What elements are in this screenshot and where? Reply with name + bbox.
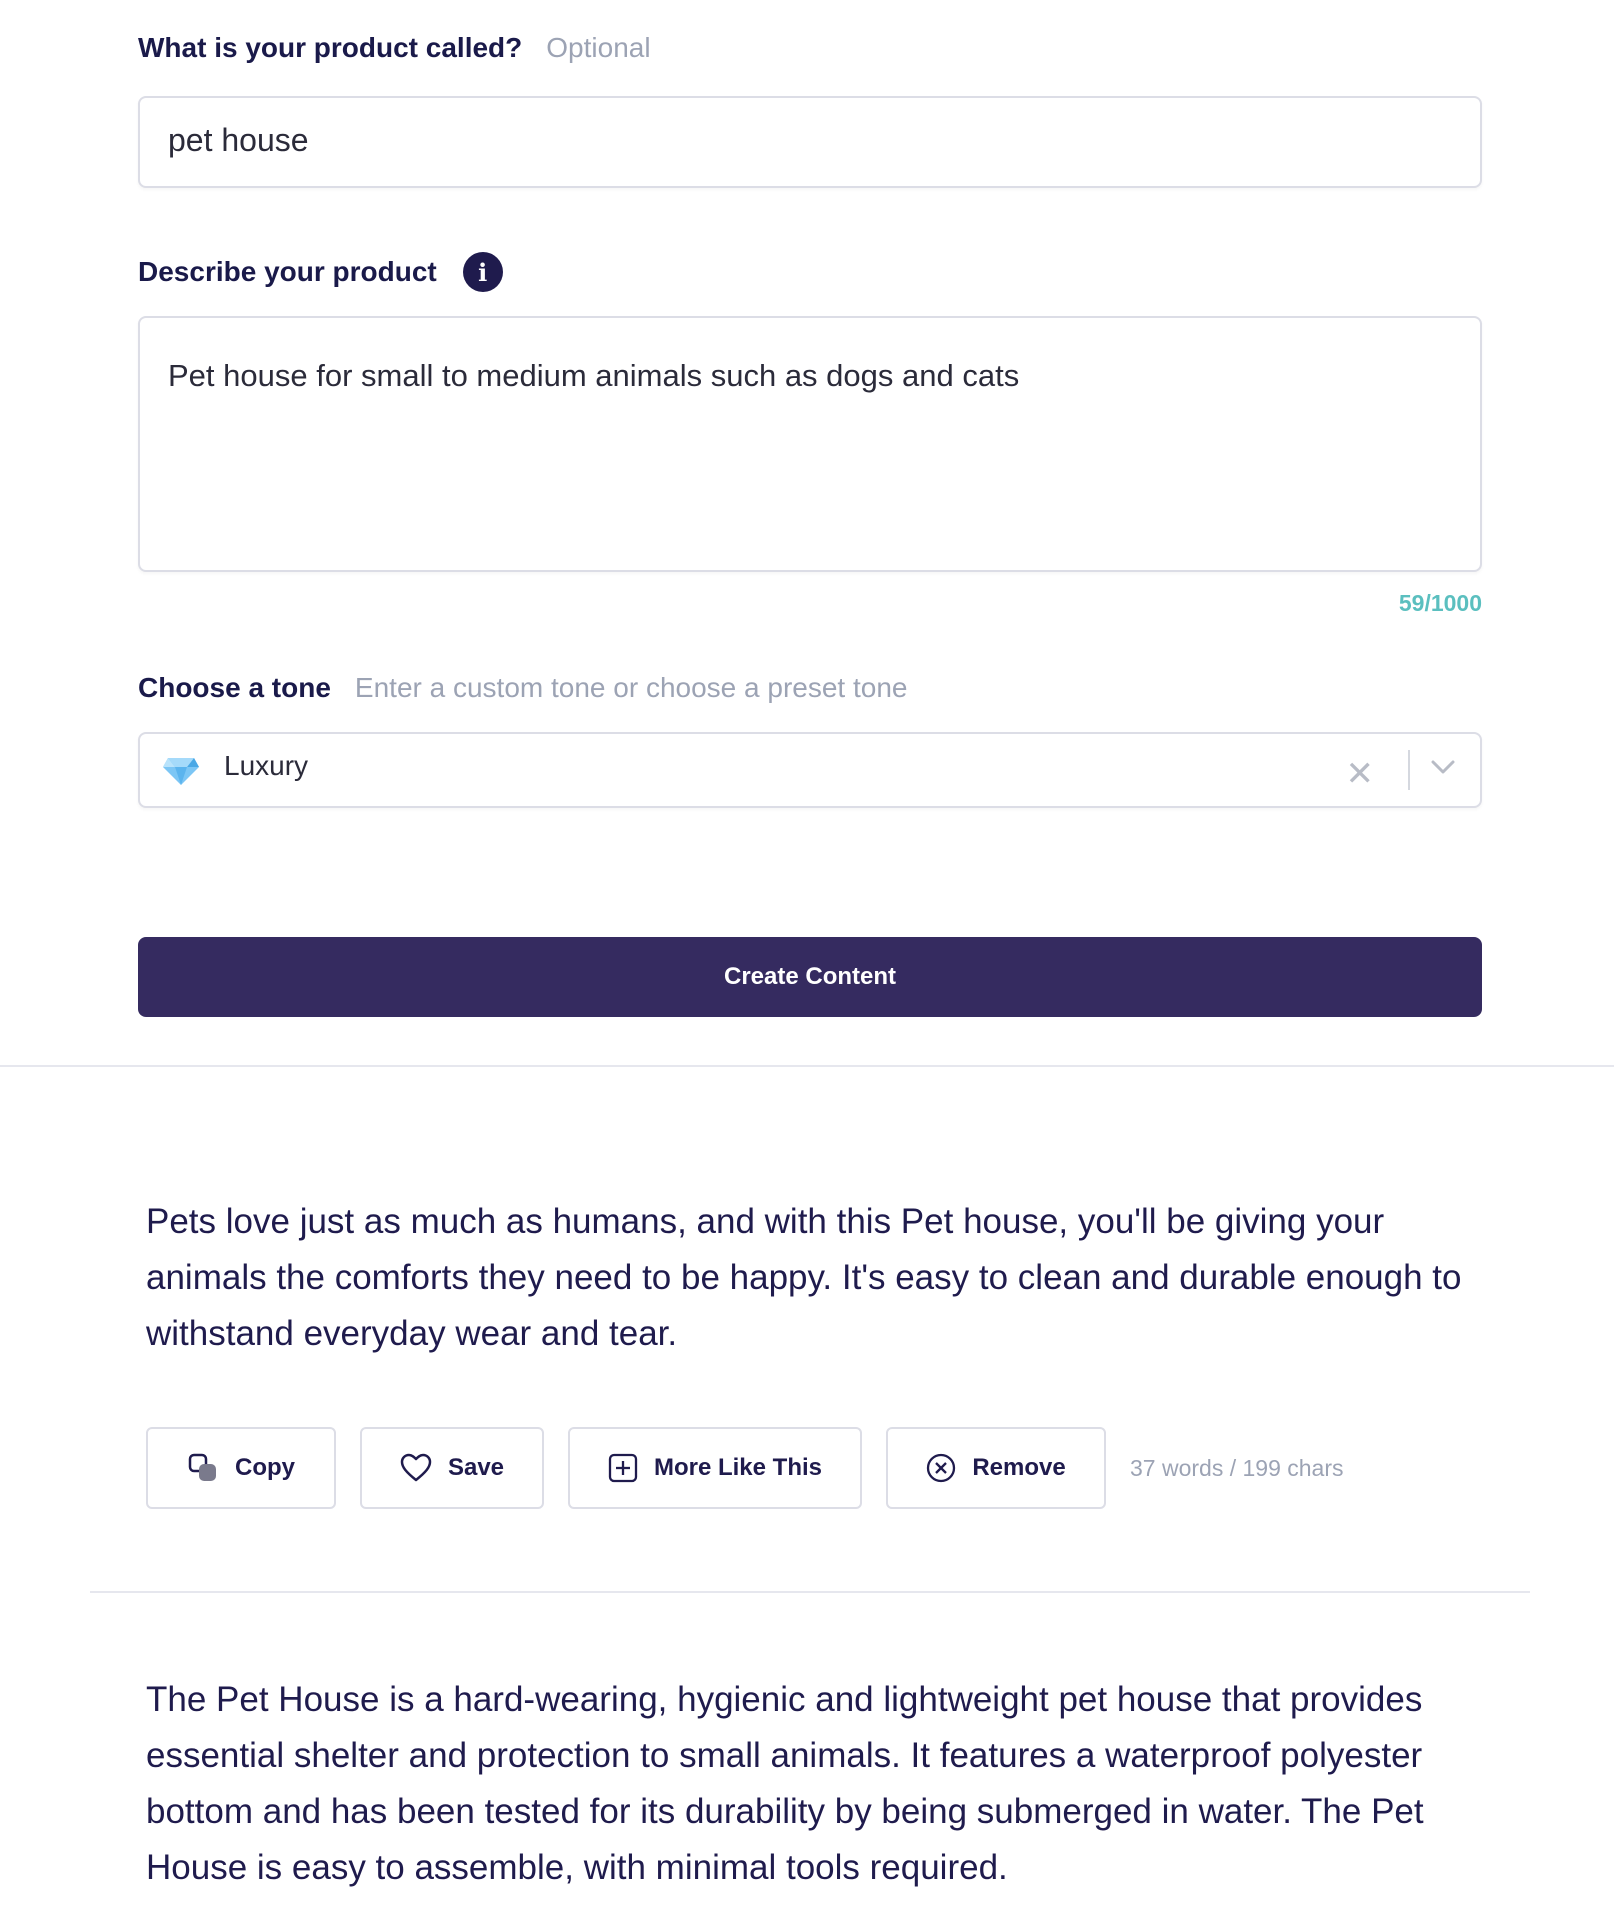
copy-button[interactable]: Copy (146, 1427, 336, 1509)
tone-select[interactable]: Luxury ✕ (138, 732, 1482, 808)
product-name-value: pet house (168, 122, 309, 158)
tone-selected-value: Luxury (224, 750, 309, 781)
more-like-this-label: More Like This (653, 1454, 823, 1481)
product-name-label: What is your product called? (138, 32, 523, 63)
close-circle-icon (927, 1453, 956, 1483)
product-name-input[interactable]: pet house (138, 96, 1482, 188)
remove-label: Remove (972, 1454, 1066, 1481)
tone-label: Choose a tone (138, 672, 331, 703)
copy-icon (188, 1453, 216, 1481)
result-divider (90, 1591, 1530, 1593)
result-actions: Copy Save More Like This Remove 37 words… (146, 1427, 1344, 1509)
result-text-2: The Pet House is a hard-wearing, hygieni… (146, 1680, 1424, 1887)
tone-label-row: Choose a tone Enter a custom tone or cho… (138, 672, 907, 704)
product-name-hint: Optional (546, 32, 651, 63)
copy-label: Copy (235, 1454, 295, 1481)
save-label: Save (447, 1454, 505, 1481)
description-value: Pet house for small to medium animals su… (168, 358, 1020, 393)
save-button[interactable]: Save (360, 1427, 544, 1509)
plus-square-icon (608, 1453, 638, 1483)
description-textarea[interactable]: Pet house for small to medium animals su… (138, 316, 1482, 572)
description-label: Describe your product (138, 256, 437, 287)
character-counter: 59/1000 (1398, 590, 1482, 616)
result-text-1: Pets love just as much as humans, and wi… (146, 1202, 1462, 1353)
info-icon[interactable]: i (462, 252, 503, 292)
word-char-count: 37 words / 199 chars (1130, 1454, 1344, 1481)
more-like-this-button[interactable]: More Like This (568, 1427, 862, 1509)
section-divider (0, 1065, 1614, 1067)
remove-button[interactable]: Remove (886, 1427, 1106, 1509)
chevron-down-icon[interactable] (1430, 758, 1456, 776)
description-label-row: Describe your product i (138, 252, 503, 292)
product-name-label-row: What is your product called? Optional (138, 32, 651, 64)
select-separator (1408, 750, 1410, 790)
heart-icon (400, 1453, 432, 1482)
create-content-button[interactable]: Create Content (138, 937, 1482, 1017)
gem-icon (163, 758, 199, 785)
tone-hint: Enter a custom tone or choose a preset t… (354, 672, 908, 703)
close-icon[interactable]: ✕ (1346, 754, 1375, 794)
